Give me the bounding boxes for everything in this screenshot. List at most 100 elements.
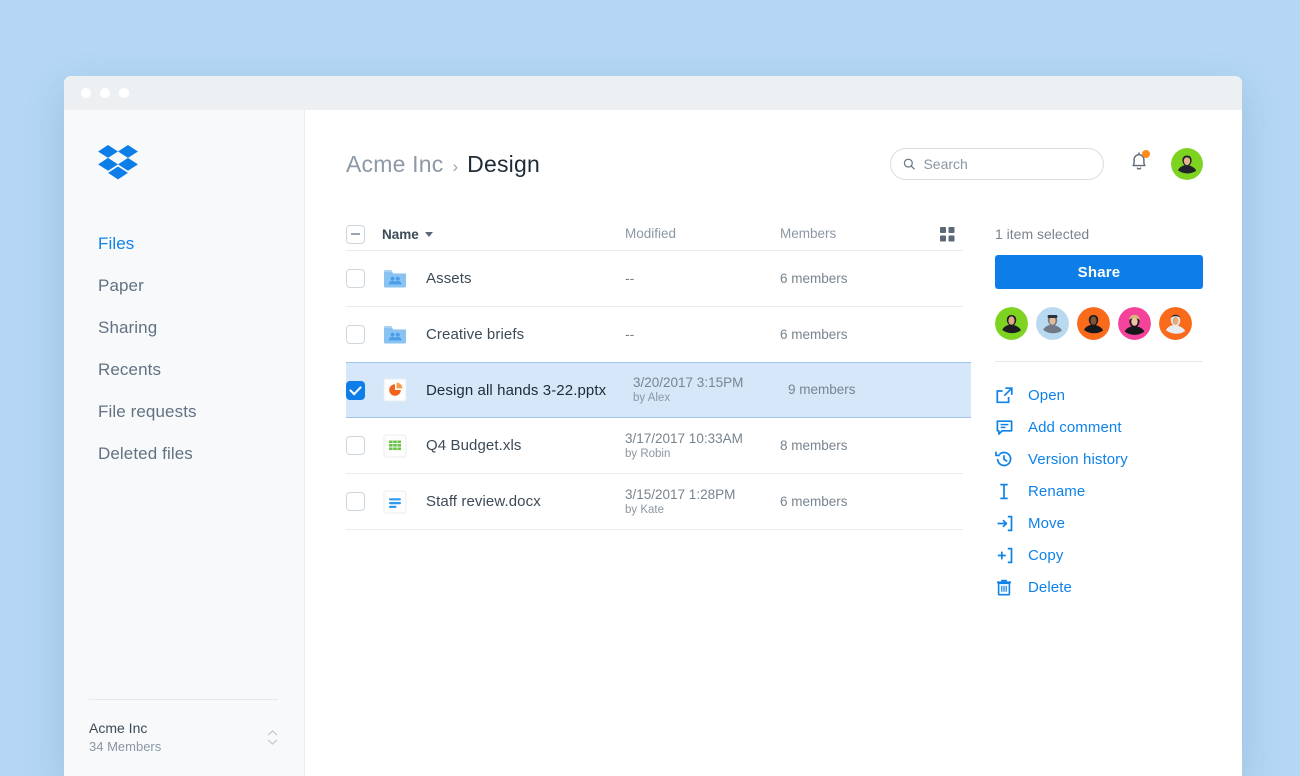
sidebar-item-sharing[interactable]: Sharing <box>64 307 304 349</box>
column-header-members[interactable]: Members <box>780 225 925 243</box>
action-move[interactable]: Move <box>995 507 1203 539</box>
team-member-count: 34 Members <box>89 739 162 754</box>
page-title: Design <box>467 150 540 177</box>
copy-into-box-icon <box>995 546 1013 564</box>
table-row[interactable]: Creative briefs -- 6 members <box>346 307 963 363</box>
file-modified: -- <box>625 326 635 342</box>
table-row[interactable]: Q4 Budget.xls 3/17/2017 10:33AM by Robin… <box>346 418 963 474</box>
file-members: 6 members <box>780 493 848 509</box>
select-all-cell <box>346 224 382 244</box>
member-avatar-list <box>995 307 1203 340</box>
row-name-cell: Creative briefs <box>382 322 625 348</box>
table-row[interactable]: Design all hands 3-22.pptx 3/20/2017 3:1… <box>346 362 971 418</box>
row-members-cell: 6 members <box>780 270 925 288</box>
row-members-cell: 6 members <box>780 493 925 511</box>
row-checkbox-cell <box>346 269 382 288</box>
selection-status: 1 item selected <box>995 226 1090 242</box>
row-modified-cell: 3/17/2017 10:33AM by Robin <box>625 430 780 462</box>
caret-down-icon <box>424 231 433 237</box>
row-checkbox[interactable] <box>346 436 365 455</box>
table-row[interactable]: Staff review.docx 3/15/2017 1:28PM by Ka… <box>346 474 963 530</box>
action-add-comment[interactable]: Add comment <box>995 411 1203 443</box>
text-cursor-icon <box>995 482 1013 500</box>
action-copy[interactable]: Copy <box>995 539 1203 571</box>
row-modified-cell: -- <box>625 270 780 287</box>
member-avatar-5[interactable] <box>1159 307 1192 340</box>
team-switcher[interactable]: Acme Inc 34 Members <box>64 700 304 776</box>
file-modified-by: by Robin <box>625 447 671 460</box>
column-header-modified[interactable]: Modified <box>625 225 780 243</box>
action-label: Copy <box>1028 546 1064 564</box>
sidebar-item-files[interactable]: Files <box>64 223 304 265</box>
row-name-cell: Staff review.docx <box>382 489 625 515</box>
member-avatar-1[interactable] <box>995 307 1028 340</box>
row-checkbox-cell <box>346 492 382 511</box>
sidebar-item-recents[interactable]: Recents <box>64 349 304 391</box>
row-modified-cell: 3/15/2017 1:28PM by Kate <box>625 486 780 518</box>
action-version-history[interactable]: Version history <box>995 443 1203 475</box>
table-row[interactable]: Assets -- 6 members <box>346 251 963 307</box>
avatar-image <box>1171 148 1203 180</box>
sidebar-item-label: Recents <box>98 360 162 379</box>
file-modified-by: by Kate <box>625 503 664 516</box>
row-members-cell: 8 members <box>780 437 925 455</box>
details-panel: 1 item selected Share Open Add comment V… <box>963 218 1242 776</box>
sidebar-item-paper[interactable]: Paper <box>64 265 304 307</box>
select-all-checkbox[interactable] <box>346 224 365 244</box>
file-modified-by: by Alex <box>633 392 671 404</box>
action-list: Open Add comment Version history Rename … <box>995 379 1203 603</box>
file-modified: 3/15/2017 1:28PM <box>625 486 736 502</box>
action-delete[interactable]: Delete <box>995 571 1203 603</box>
dropbox-logo-icon <box>98 145 138 180</box>
row-checkbox[interactable] <box>346 492 365 511</box>
action-label: Open <box>1028 386 1066 404</box>
search-input[interactable] <box>923 156 1091 172</box>
member-avatar-4[interactable] <box>1118 307 1151 340</box>
file-modified: -- <box>625 270 635 286</box>
excel-file-icon <box>382 433 420 459</box>
search-box[interactable] <box>890 148 1104 180</box>
member-avatar-3[interactable] <box>1077 307 1110 340</box>
maximize-window-button[interactable] <box>119 88 129 98</box>
notifications-button[interactable] <box>1129 150 1150 177</box>
row-checkbox[interactable] <box>346 325 365 344</box>
action-label: Version history <box>1028 450 1128 468</box>
row-checkbox[interactable] <box>346 269 365 288</box>
row-modified-cell: -- <box>625 326 780 343</box>
action-label: Move <box>1028 514 1066 532</box>
notification-badge <box>1142 150 1150 158</box>
column-label-modified: Modified <box>625 226 677 241</box>
file-name: Design all hands 3-22.pptx <box>426 381 607 399</box>
row-checkbox[interactable] <box>346 380 365 400</box>
breadcrumb-parent[interactable]: Acme Inc <box>346 151 443 178</box>
search-icon <box>903 158 916 170</box>
file-rows: Assets -- 6 members Creative briefs -- 6… <box>346 250 971 530</box>
content-split: Name Modified Members Assets -- 6 member… <box>305 218 1242 776</box>
column-header-name[interactable]: Name <box>382 227 625 242</box>
powerpoint-file-icon <box>382 377 420 403</box>
dropbox-logo-wrap[interactable] <box>64 145 304 187</box>
sidebar-item-label: Files <box>98 234 135 253</box>
share-button[interactable]: Share <box>995 255 1203 289</box>
action-label: Add comment <box>1028 418 1122 436</box>
row-name-cell: Design all hands 3-22.pptx <box>382 377 633 403</box>
file-modified: 3/20/2017 3:15PM <box>633 375 744 390</box>
row-checkbox-cell <box>346 436 382 455</box>
breadcrumb-separator: › <box>452 156 459 176</box>
sidebar-item-file-requests[interactable]: File requests <box>64 391 304 433</box>
sidebar-item-deleted-files[interactable]: Deleted files <box>64 433 304 475</box>
file-list: Name Modified Members Assets -- 6 member… <box>346 218 971 776</box>
member-avatar-2[interactable] <box>1036 307 1069 340</box>
column-label-members: Members <box>780 226 837 241</box>
view-toggle-button[interactable] <box>925 226 955 242</box>
row-checkbox-cell <box>346 380 382 400</box>
action-rename[interactable]: Rename <box>995 475 1203 507</box>
team-info: Acme Inc 34 Members <box>89 718 267 756</box>
minimize-window-button[interactable] <box>100 88 110 98</box>
file-members: 6 members <box>780 270 848 286</box>
action-open[interactable]: Open <box>995 379 1203 411</box>
app-window: Files Paper Sharing Recents File request… <box>64 76 1242 776</box>
close-window-button[interactable] <box>81 88 91 98</box>
account-avatar[interactable] <box>1171 148 1203 180</box>
panel-divider <box>995 361 1203 362</box>
